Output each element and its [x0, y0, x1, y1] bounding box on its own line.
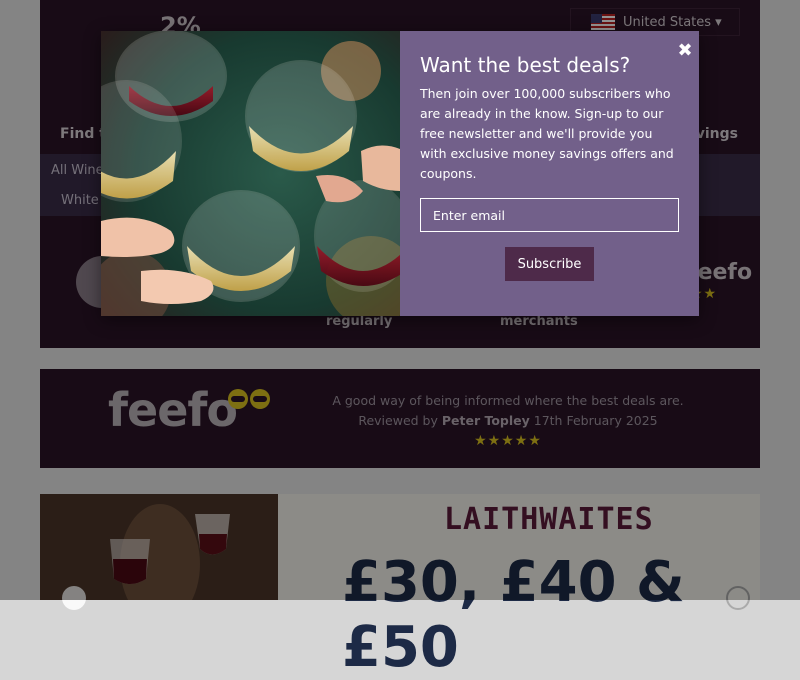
wine-glasses-image — [101, 31, 400, 316]
modal-title: Want the best deals? — [420, 53, 631, 77]
modal-body: ✖ Want the best deals? Then join over 10… — [400, 31, 699, 316]
subscribe-button[interactable]: Subscribe — [505, 247, 594, 281]
modal-description: Then join over 100,000 subscribers who a… — [420, 86, 674, 181]
email-field[interactable] — [420, 198, 679, 232]
newsletter-modal: ✖ Want the best deals? Then join over 10… — [101, 31, 699, 316]
close-icon[interactable]: ✖ — [675, 41, 695, 61]
